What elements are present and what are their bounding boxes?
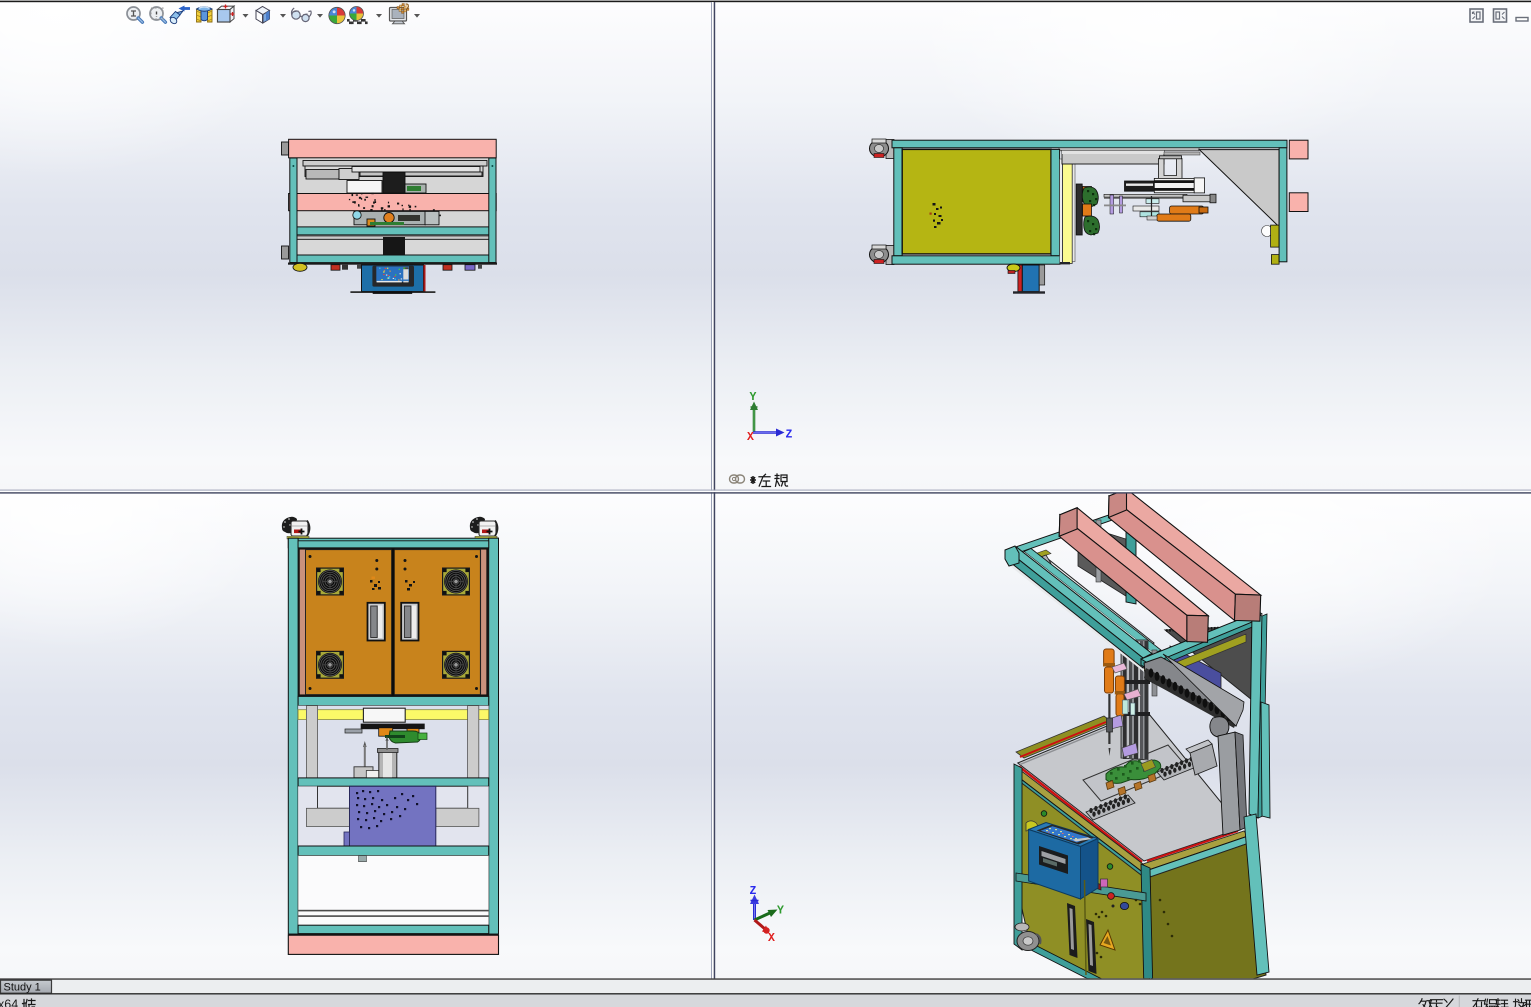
svg-text:Z: Z — [786, 429, 793, 442]
svg-text:Y: Y — [750, 391, 757, 404]
svg-text:Y: Y — [777, 905, 784, 918]
svg-text:x64: x64 — [0, 998, 18, 1007]
svg-text:X: X — [747, 431, 754, 444]
svg-text:X: X — [768, 932, 775, 945]
svg-text:Study 1: Study 1 — [4, 982, 41, 994]
svg-text:Z: Z — [750, 885, 757, 898]
